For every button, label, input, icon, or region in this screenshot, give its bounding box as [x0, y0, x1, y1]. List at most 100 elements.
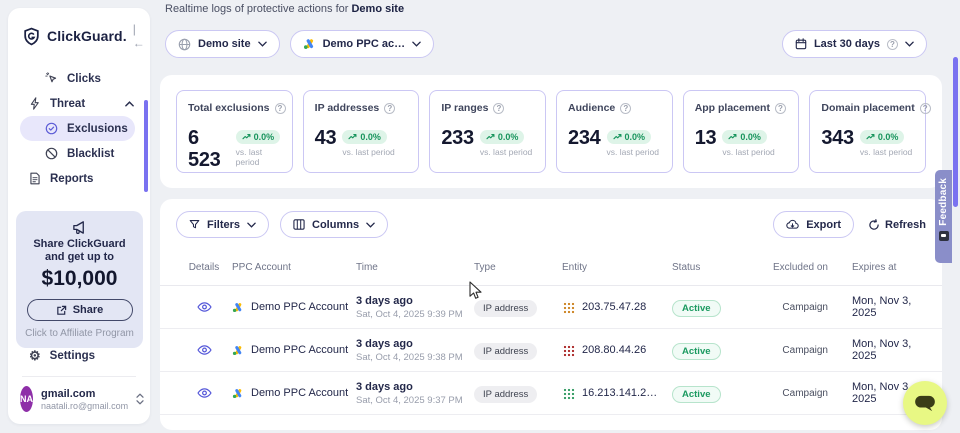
time-absolute: Sat, Oct 4, 2025 9:37 PM	[356, 395, 474, 406]
refresh-button[interactable]: Refresh	[868, 219, 926, 231]
chevron-up-icon[interactable]	[125, 101, 134, 107]
clicks-cursor-icon	[45, 72, 58, 85]
stat-card-domain-placement: Domain placement 343 0.0% vs. last perio…	[809, 90, 926, 173]
view-details-eye-icon[interactable]	[176, 387, 232, 399]
sidebar-item-label: Reports	[50, 173, 93, 185]
share-button[interactable]: Share	[27, 299, 133, 321]
export-button[interactable]: Export	[773, 211, 854, 238]
filters-label: Filters	[207, 219, 240, 231]
sidebar-scrollbar-thumb[interactable]	[144, 100, 148, 192]
time-relative: 3 days ago	[356, 381, 474, 393]
column-header-expires-at[interactable]: Expires at	[828, 262, 926, 273]
sidebar-item-clicks[interactable]: Clicks	[8, 66, 150, 91]
site-selector[interactable]: Demo site	[165, 30, 280, 58]
time-relative: 3 days ago	[356, 295, 474, 307]
feedback-chat-icon	[939, 231, 949, 241]
column-header-status[interactable]: Status	[672, 262, 768, 273]
sidebar-collapse-icon[interactable]: |←	[133, 22, 145, 50]
chevron-down-icon	[247, 222, 256, 228]
help-icon[interactable]	[620, 103, 631, 114]
help-icon[interactable]	[275, 103, 286, 114]
columns-label: Columns	[312, 219, 359, 231]
clickguard-shield-logo-icon	[22, 27, 41, 46]
stat-value: 6 523	[188, 127, 230, 171]
stat-period: vs. last period	[607, 147, 659, 157]
table-header-row: Details PPC Account Time Type Entity Sta…	[160, 250, 942, 286]
ppc-account-selector[interactable]: Demo PPC ac…	[290, 30, 435, 58]
entity-ip: 203.75.47.28	[582, 301, 646, 313]
table-toolbar: Filters Columns Export	[160, 211, 942, 238]
page-scrollbar-thumb[interactable]	[953, 57, 958, 207]
lightning-icon	[29, 97, 41, 110]
ppc-selector-value: Demo PPC ac…	[323, 38, 406, 50]
help-icon[interactable]	[493, 103, 504, 114]
entity-ip: 16.213.141.2…	[582, 387, 657, 399]
columns-icon	[293, 219, 305, 230]
stat-label: IP addresses	[315, 102, 380, 114]
table-row[interactable]: Demo PPC Account 3 days ago Sat, Oct 4, …	[160, 329, 942, 372]
stat-value: 13	[695, 127, 717, 149]
stat-label: Domain placement	[821, 102, 914, 114]
feedback-label: Feedback	[938, 178, 949, 226]
view-details-eye-icon[interactable]	[176, 301, 232, 313]
stat-period: vs. last period	[342, 147, 394, 157]
date-range-selector[interactable]: Last 30 days	[782, 30, 927, 58]
column-header-excluded-on[interactable]: Excluded on	[768, 262, 828, 273]
subtitle-text: Realtime logs of protective actions for	[165, 3, 348, 15]
funnel-icon	[189, 219, 200, 230]
document-icon	[29, 172, 41, 185]
promo-headline: Share ClickGuard and get up to	[22, 238, 137, 264]
excluded-on-value: Campaign	[768, 345, 828, 356]
trend-up-icon	[613, 133, 622, 140]
user-name: gmail.com	[41, 388, 128, 400]
table-row[interactable]: Demo PPC Account 3 days ago Sat, Oct 4, …	[160, 286, 942, 329]
country-flag-icon	[562, 301, 575, 314]
sidebar-item-exclusions[interactable]: Exclusions	[20, 116, 135, 141]
feedback-tab[interactable]: Feedback	[935, 170, 952, 263]
stat-card-audience: Audience 234 0.0% vs. last period	[556, 90, 673, 173]
column-header-type[interactable]: Type	[474, 262, 562, 273]
type-badge: IP address	[474, 386, 537, 403]
trend-value: 0.0%	[498, 132, 519, 142]
gear-icon: ⚙	[29, 348, 41, 364]
account-switcher[interactable]: NA gmail.com naatali.ro@gmail.com	[20, 386, 142, 412]
trend-up-icon	[242, 133, 251, 140]
sidebar-item-settings[interactable]: ⚙ Settings	[8, 348, 150, 364]
table-row[interactable]: Demo PPC Account 3 days ago Sat, Oct 4, …	[160, 372, 942, 415]
sidebar-item-label: Threat	[50, 98, 85, 110]
stat-period: vs. last period	[722, 147, 774, 157]
affiliate-promo-card[interactable]: Share ClickGuard and get up to $10,000 S…	[16, 211, 143, 348]
chat-launcher-button[interactable]	[903, 381, 947, 425]
type-badge: IP address	[474, 343, 537, 360]
view-details-eye-icon[interactable]	[176, 344, 232, 356]
filters-button[interactable]: Filters	[176, 211, 269, 238]
brand-row: ClickGuard. |←	[22, 22, 140, 50]
help-icon[interactable]	[920, 103, 931, 114]
sidebar-item-reports[interactable]: Reports	[8, 166, 150, 191]
country-flag-icon	[562, 387, 575, 400]
trend-value: 0.0%	[625, 132, 646, 142]
ppc-account-name: Demo PPC Account	[251, 301, 348, 313]
sidebar-item-label: Blacklist	[67, 148, 114, 160]
columns-button[interactable]: Columns	[280, 211, 388, 238]
column-header-entity[interactable]: Entity	[562, 262, 672, 273]
status-badge: Active	[672, 343, 721, 360]
column-header-ppc-account[interactable]: PPC Account	[232, 262, 356, 273]
globe-icon	[178, 38, 191, 51]
sidebar-item-threat[interactable]: Threat	[8, 91, 150, 116]
help-icon[interactable]	[775, 103, 786, 114]
refresh-label: Refresh	[885, 219, 926, 231]
column-header-time[interactable]: Time	[356, 262, 474, 273]
stat-label: IP ranges	[441, 102, 488, 114]
help-icon[interactable]	[384, 103, 395, 114]
stats-panel: Total exclusions 6 523 0.0% vs. last per…	[160, 75, 942, 188]
sidebar-item-label: Exclusions	[67, 123, 128, 135]
column-header-details[interactable]: Details	[176, 262, 232, 273]
stat-label: Total exclusions	[188, 102, 270, 114]
stat-card-total-exclusions: Total exclusions 6 523 0.0% vs. last per…	[176, 90, 293, 173]
stat-period: vs. last period	[480, 147, 532, 157]
sidebar-item-blacklist[interactable]: Blacklist	[8, 141, 150, 166]
stat-value: 233	[441, 127, 473, 149]
prohibited-icon	[45, 147, 58, 160]
check-circle-icon	[45, 122, 58, 135]
